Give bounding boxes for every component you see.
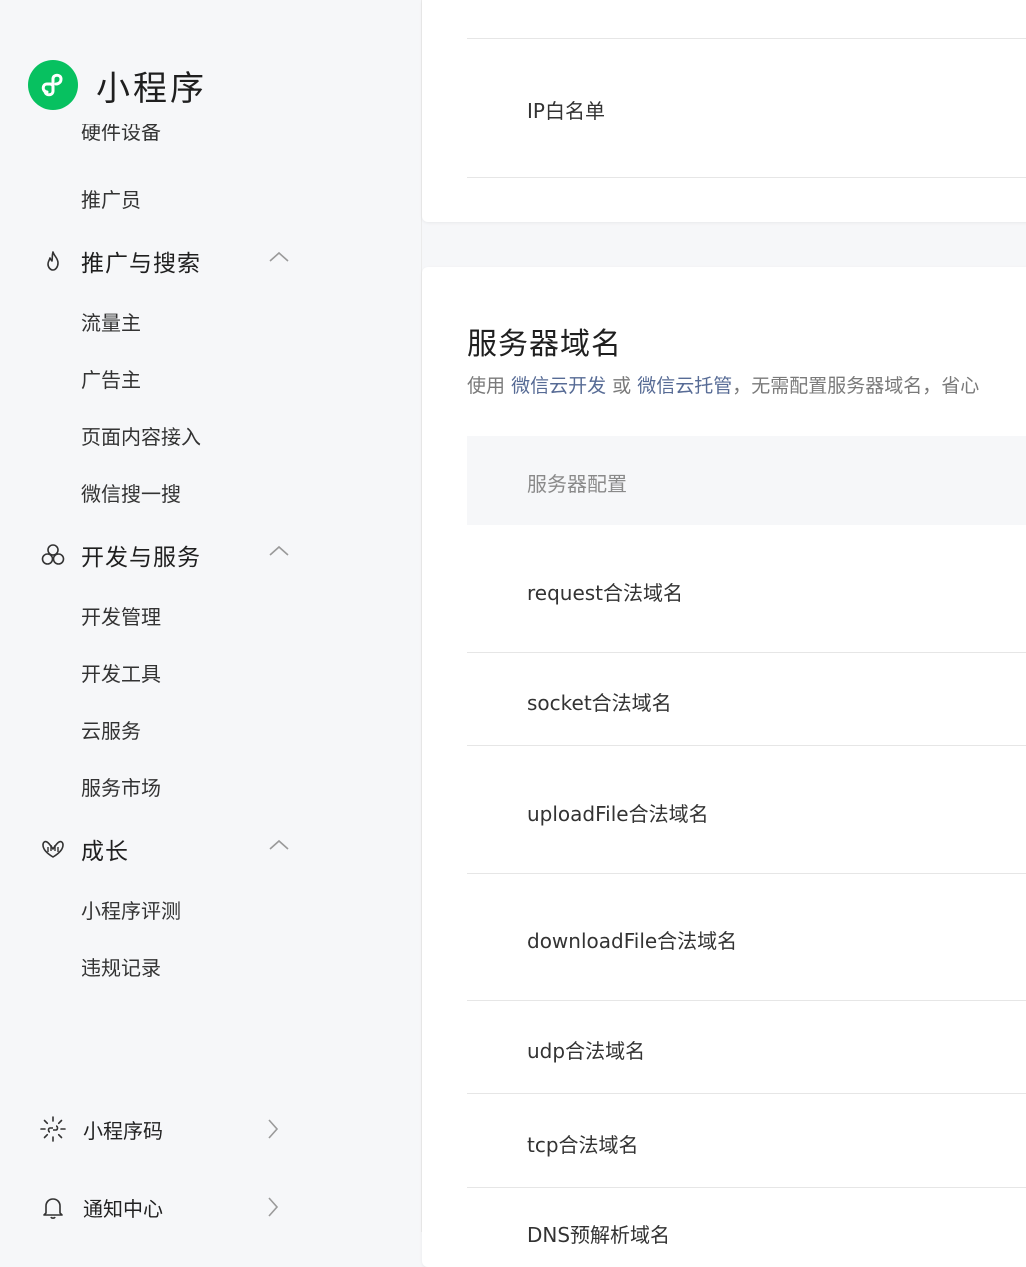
app-title: 小程序 <box>96 68 207 109</box>
table-row-tcp: tcp合法域名 <box>527 1133 639 1157</box>
growth-hands-icon <box>38 834 68 864</box>
sidebar-item-dev-tools[interactable]: 开发工具 <box>81 658 161 687</box>
table-row-request: request合法域名 <box>527 581 684 605</box>
chevron-right-icon <box>268 1119 279 1139</box>
table-row-uploadfile: uploadFile合法域名 <box>527 802 709 826</box>
chevron-up-icon <box>269 839 289 850</box>
sidebar-item-hardware[interactable]: 硬件设备 <box>81 124 161 148</box>
table-row-downloadfile: downloadFile合法域名 <box>527 929 738 953</box>
divider <box>467 873 1026 874</box>
chevron-up-icon <box>269 251 289 262</box>
qrcode-sun-icon <box>38 1114 68 1144</box>
divider <box>467 1093 1026 1094</box>
divider <box>467 38 1026 39</box>
nav-group-label: 开发与服务 <box>81 545 201 571</box>
desc-text: ，无需配置服务器域名，省心 <box>732 375 980 397</box>
chevron-right-icon <box>268 1197 279 1217</box>
table-row-dns-prefetch: DNS预解析域名 <box>527 1223 671 1247</box>
divider <box>467 745 1026 746</box>
sidebar-item-label: 通知中心 <box>83 1196 163 1221</box>
divider <box>467 1187 1026 1188</box>
section-description: 使用 微信云开发 或 微信云托管，无需配置服务器域名，省心 <box>467 371 979 398</box>
ip-whitelist-card: IP白名单 <box>422 0 1026 222</box>
table-row-udp: udp合法域名 <box>527 1039 646 1063</box>
sidebar-item-service-market[interactable]: 服务市场 <box>81 772 161 801</box>
flame-icon <box>38 246 68 276</box>
sidebar-item-violation-records[interactable]: 违规记录 <box>81 952 161 981</box>
sidebar-item-cloud-service[interactable]: 云服务 <box>81 715 141 744</box>
divider <box>467 177 1026 178</box>
nav-group-label: 推广与搜索 <box>81 251 201 277</box>
wechat-cloud-hosting-link[interactable]: 微信云托管 <box>637 375 732 397</box>
nav-group-label: 成长 <box>81 839 129 865</box>
miniprogram-logo-icon <box>28 60 78 110</box>
sidebar-item-evaluation[interactable]: 小程序评测 <box>81 895 181 924</box>
table-header: 服务器配置 <box>467 436 1026 525</box>
divider <box>467 652 1026 653</box>
hexagons-icon <box>38 540 68 570</box>
divider <box>467 1000 1026 1001</box>
desc-text: 使用 <box>467 375 506 397</box>
sidebar-item-wechat-search[interactable]: 微信搜一搜 <box>81 478 181 507</box>
sidebar: 小程序 硬件设备 推广员 推广与搜索 流量主 广告主 页面内容接入 微信搜一搜 … <box>0 0 422 1232</box>
section-title: 服务器域名 <box>467 327 622 362</box>
desc-text: 或 <box>612 375 632 397</box>
sidebar-miniprogram-code[interactable]: 小程序码 <box>38 1114 288 1144</box>
ip-whitelist-label: IP白名单 <box>527 99 605 123</box>
wechat-cloud-dev-link[interactable]: 微信云开发 <box>511 375 606 397</box>
nav-group-growth[interactable]: 成长 <box>38 832 298 866</box>
sidebar-item-label: 小程序码 <box>83 1118 163 1143</box>
sidebar-item-traffic-owner[interactable]: 流量主 <box>81 307 141 336</box>
chevron-up-icon <box>269 545 289 556</box>
table-header-label: 服务器配置 <box>527 472 627 496</box>
sidebar-notification-center[interactable]: 通知中心 <box>38 1192 288 1222</box>
server-domain-card: 服务器域名 使用 微信云开发 或 微信云托管，无需配置服务器域名，省心 服务器配… <box>422 267 1026 1267</box>
nav-group-dev-services[interactable]: 开发与服务 <box>38 538 298 572</box>
nav-group-promotion-search[interactable]: 推广与搜索 <box>38 244 298 278</box>
table-row-socket: socket合法域名 <box>527 691 672 715</box>
app-logo[interactable]: 小程序 <box>28 60 207 110</box>
sidebar-item-promoter[interactable]: 推广员 <box>81 184 141 213</box>
sidebar-item-advertiser[interactable]: 广告主 <box>81 364 141 393</box>
sidebar-item-dev-management[interactable]: 开发管理 <box>81 601 161 630</box>
bell-icon <box>38 1192 68 1222</box>
sidebar-item-page-content[interactable]: 页面内容接入 <box>81 421 201 450</box>
